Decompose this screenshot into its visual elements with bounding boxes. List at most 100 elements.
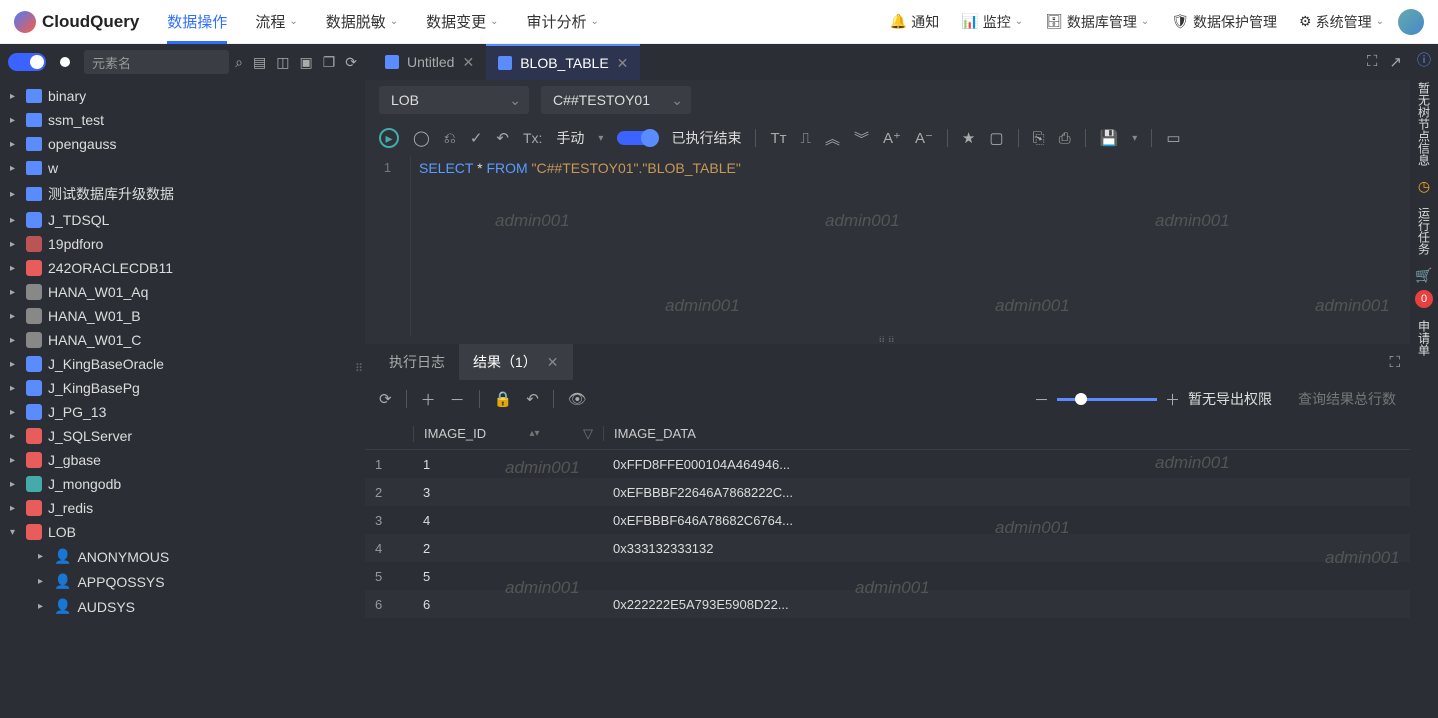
comment-icon[interactable]: ▭ xyxy=(1166,129,1180,147)
tab-result-1[interactable]: 结果（1） ✕ xyxy=(459,344,573,380)
tree-item-21[interactable]: ▸👤AUDSYS xyxy=(0,594,365,619)
tree-item-7[interactable]: ▸242ORACLECDB11 xyxy=(0,256,365,280)
tree-item-13[interactable]: ▸J_PG_13 xyxy=(0,400,365,424)
table-row[interactable]: 340xEFBBBF646A78682C6764... xyxy=(365,506,1410,534)
format-icon[interactable]: Tᴛ xyxy=(770,130,786,147)
expand-down-icon[interactable]: ︾ xyxy=(854,128,869,149)
tree-item-14[interactable]: ▸J_SQLServer xyxy=(0,424,365,448)
user-avatar[interactable] xyxy=(1398,9,1424,35)
table-row[interactable]: 230xEFBBBF22646A7868222C... xyxy=(365,478,1410,506)
splitter[interactable]: ⠿⠿ xyxy=(365,336,1410,344)
cell-image-id[interactable]: 6 xyxy=(413,597,603,612)
info-icon[interactable]: ⓘ xyxy=(1417,50,1431,70)
tree-item-4[interactable]: ▸测试数据库升级数据 xyxy=(0,180,365,208)
tree-item-1[interactable]: ▸ssm_test xyxy=(0,108,365,132)
check-icon[interactable]: ✓ xyxy=(470,129,483,147)
editor-tab-1[interactable]: BLOB_TABLE✕ xyxy=(486,44,640,80)
lock-icon[interactable]: 🔒 xyxy=(494,390,513,408)
tree-item-3[interactable]: ▸w xyxy=(0,156,365,180)
chevron-icon[interactable]: ▸ xyxy=(10,407,20,418)
maximize-icon[interactable]: ⛶ xyxy=(1367,53,1378,71)
nav-item-1[interactable]: 流程⌄ xyxy=(255,1,297,42)
chevron-icon[interactable]: ▸ xyxy=(38,576,48,587)
nav-right-2[interactable]: 🗄数据库管理⌄ xyxy=(1045,12,1149,32)
chevron-icon[interactable]: ▸ xyxy=(10,139,20,150)
schema-select[interactable]: LOB xyxy=(379,86,529,114)
folder-tree-icon[interactable]: ▣ xyxy=(299,54,312,71)
col-image-id[interactable]: IMAGE_ID ▴▾ ▽ xyxy=(413,426,603,442)
filter-icon[interactable]: ▽ xyxy=(583,426,593,442)
chevron-icon[interactable]: ▸ xyxy=(10,503,20,514)
nav-item-2[interactable]: 数据脱敏⌄ xyxy=(326,1,398,42)
undo-icon[interactable]: ↶ xyxy=(496,129,509,147)
tree-item-16[interactable]: ▸J_mongodb xyxy=(0,472,365,496)
export-icon[interactable]: ⎘ xyxy=(1033,130,1045,147)
refresh-result-icon[interactable]: ⟳ xyxy=(379,390,392,408)
close-icon[interactable]: ✕ xyxy=(547,354,559,371)
copy-icon[interactable]: ❐ xyxy=(323,54,336,71)
clock-icon[interactable]: ◷ xyxy=(1418,178,1430,195)
cell-image-id[interactable]: 5 xyxy=(413,569,603,584)
chevron-icon[interactable]: ▸ xyxy=(10,163,20,174)
case-icon[interactable]: ⎍ xyxy=(801,130,812,147)
editor-tab-0[interactable]: Untitled✕ xyxy=(373,44,486,80)
collapse-up-icon[interactable]: ︽ xyxy=(825,128,840,149)
chevron-icon[interactable]: ▸ xyxy=(10,455,20,466)
chevron-icon[interactable]: ▸ xyxy=(38,551,48,562)
search-icon[interactable]: ⌕ xyxy=(235,54,243,71)
chevron-icon[interactable]: ▸ xyxy=(10,431,20,442)
refresh-icon[interactable]: ⟳ xyxy=(345,54,357,71)
tree-item-10[interactable]: ▸HANA_W01_C xyxy=(0,328,365,352)
tree-item-18[interactable]: ▾LOB xyxy=(0,520,365,544)
tree-item-17[interactable]: ▸J_redis xyxy=(0,496,365,520)
tree-item-20[interactable]: ▸👤APPQOSSYS xyxy=(0,569,365,594)
font-inc-icon[interactable]: A⁺ xyxy=(883,129,901,147)
nav-right-0[interactable]: 🔔通知 xyxy=(890,12,939,32)
chevron-icon[interactable]: ▸ xyxy=(10,189,20,200)
row-count-search[interactable]: 查询结果总行数 xyxy=(1298,389,1396,409)
rail-running-tasks[interactable]: 运行任务 xyxy=(1416,201,1433,261)
font-dec-icon[interactable]: A⁻ xyxy=(915,129,933,147)
table-row[interactable]: 660x222222E5A793E5908D22... xyxy=(365,590,1410,618)
cell-image-id[interactable]: 4 xyxy=(413,513,603,528)
collapse-icon[interactable]: ◫ xyxy=(276,54,289,71)
fullscreen-icon[interactable]: ⛶ xyxy=(1389,354,1400,371)
cell-image-data[interactable]: 0xEFBBBF646A78682C6764... xyxy=(603,513,803,528)
save-icon[interactable]: 💾 xyxy=(1100,129,1119,147)
close-icon[interactable]: ✕ xyxy=(617,55,629,72)
cell-image-data[interactable]: 0x333132333132 xyxy=(603,541,803,556)
chevron-icon[interactable]: ▸ xyxy=(10,311,20,322)
chevron-icon[interactable]: ▸ xyxy=(10,383,20,394)
zoom-in-icon[interactable]: ＋ xyxy=(1165,389,1180,410)
database-select[interactable]: C##TESTOY01 xyxy=(541,86,691,114)
tx-switch[interactable] xyxy=(617,131,657,145)
table-row[interactable]: 110xFFD8FFE000104A464946... xyxy=(365,450,1410,478)
plan-icon[interactable]: ⎌ xyxy=(444,130,456,147)
theme-toggle[interactable] xyxy=(8,53,46,71)
nav-right-4[interactable]: ⚙系统管理⌄ xyxy=(1299,12,1384,32)
stop-button[interactable]: ◯ xyxy=(413,129,430,147)
tree-item-2[interactable]: ▸opengauss xyxy=(0,132,365,156)
nav-item-0[interactable]: 数据操作 xyxy=(167,1,227,42)
sort-icon[interactable]: ▴▾ xyxy=(530,431,540,437)
chevron-icon[interactable]: ▸ xyxy=(10,115,20,126)
run-button[interactable]: ▸ xyxy=(379,128,399,148)
code-area[interactable]: SELECT * FROM "C##TESTOY01"."BLOB_TABLE" xyxy=(411,156,1410,336)
grip-icon[interactable]: ⠿ xyxy=(355,362,363,375)
chevron-icon[interactable]: ▾ xyxy=(10,527,20,538)
nav-right-1[interactable]: 📊监控⌄ xyxy=(961,12,1023,32)
revert-icon[interactable]: ↶ xyxy=(526,390,539,408)
snippet-icon[interactable]: ▢ xyxy=(989,129,1003,147)
col-image-data[interactable]: IMAGE_DATA xyxy=(603,426,803,441)
cart-icon[interactable]: 🛒 xyxy=(1415,267,1432,284)
cell-image-data[interactable]: 0xEFBBBF22646A7868222C... xyxy=(603,485,803,500)
sql-editor[interactable]: 1 SELECT * FROM "C##TESTOY01"."BLOB_TABL… xyxy=(365,156,1410,336)
chevron-icon[interactable]: ▸ xyxy=(10,479,20,490)
zoom-out-icon[interactable]: － xyxy=(1034,389,1049,410)
tree-item-11[interactable]: ▸J_KingBaseOracle xyxy=(0,352,365,376)
cell-image-id[interactable]: 1 xyxy=(413,457,603,472)
tree-item-19[interactable]: ▸👤ANONYMOUS xyxy=(0,544,365,569)
cell-image-id[interactable]: 2 xyxy=(413,541,603,556)
close-icon[interactable]: ✕ xyxy=(462,54,474,71)
chevron-icon[interactable]: ▸ xyxy=(10,287,20,298)
